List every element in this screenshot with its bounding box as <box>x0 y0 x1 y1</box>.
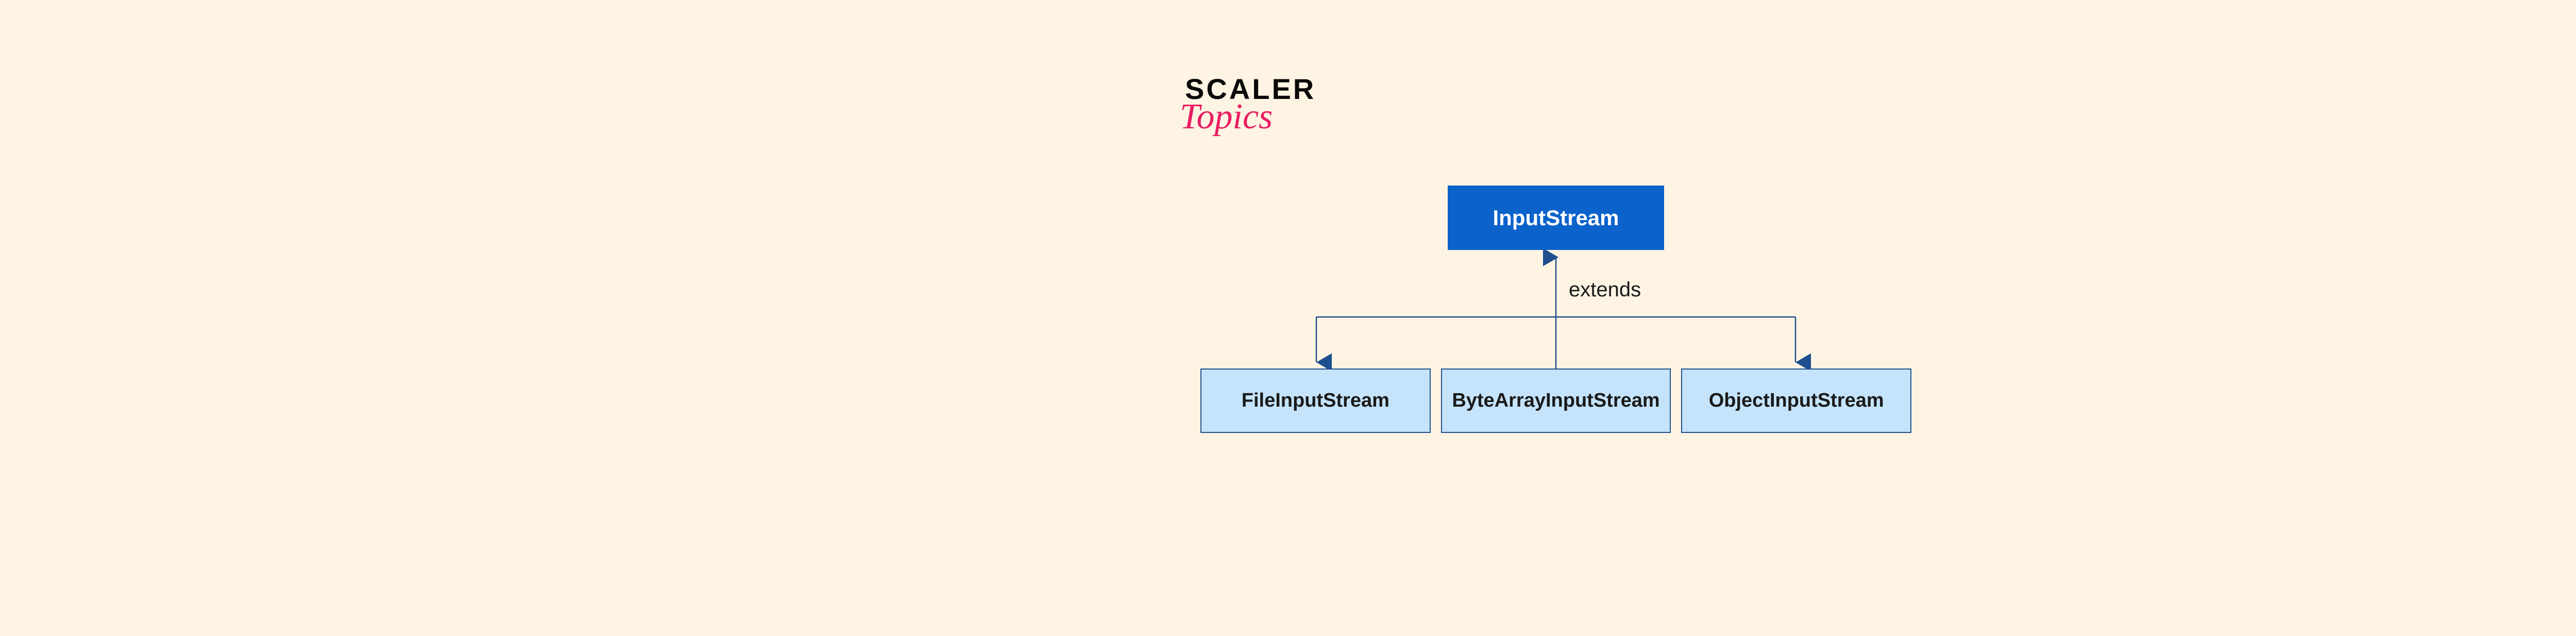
parent-class-box: InputStream <box>1448 186 1664 250</box>
child-class-box-bytearrayinputstream: ByteArrayInputStream <box>1441 369 1671 433</box>
child-class-label: FileInputStream <box>1242 390 1389 412</box>
scaler-topics-logo: SCALER Topics <box>1185 72 1316 138</box>
connector-area: extends <box>1200 250 1911 369</box>
child-class-box-fileinputstream: FileInputStream <box>1200 369 1431 433</box>
relationship-label: extends <box>1569 278 1641 302</box>
child-class-box-objectinputstream: ObjectInputStream <box>1681 369 1911 433</box>
inheritance-diagram: InputStream <box>1200 186 1911 433</box>
connector-lines <box>1200 250 1911 369</box>
child-class-label: ByteArrayInputStream <box>1452 390 1659 412</box>
child-class-label: ObjectInputStream <box>1709 390 1884 412</box>
parent-class-label: InputStream <box>1493 206 1619 230</box>
children-row: FileInputStream ByteArrayInputStream Obj… <box>1200 369 1911 433</box>
